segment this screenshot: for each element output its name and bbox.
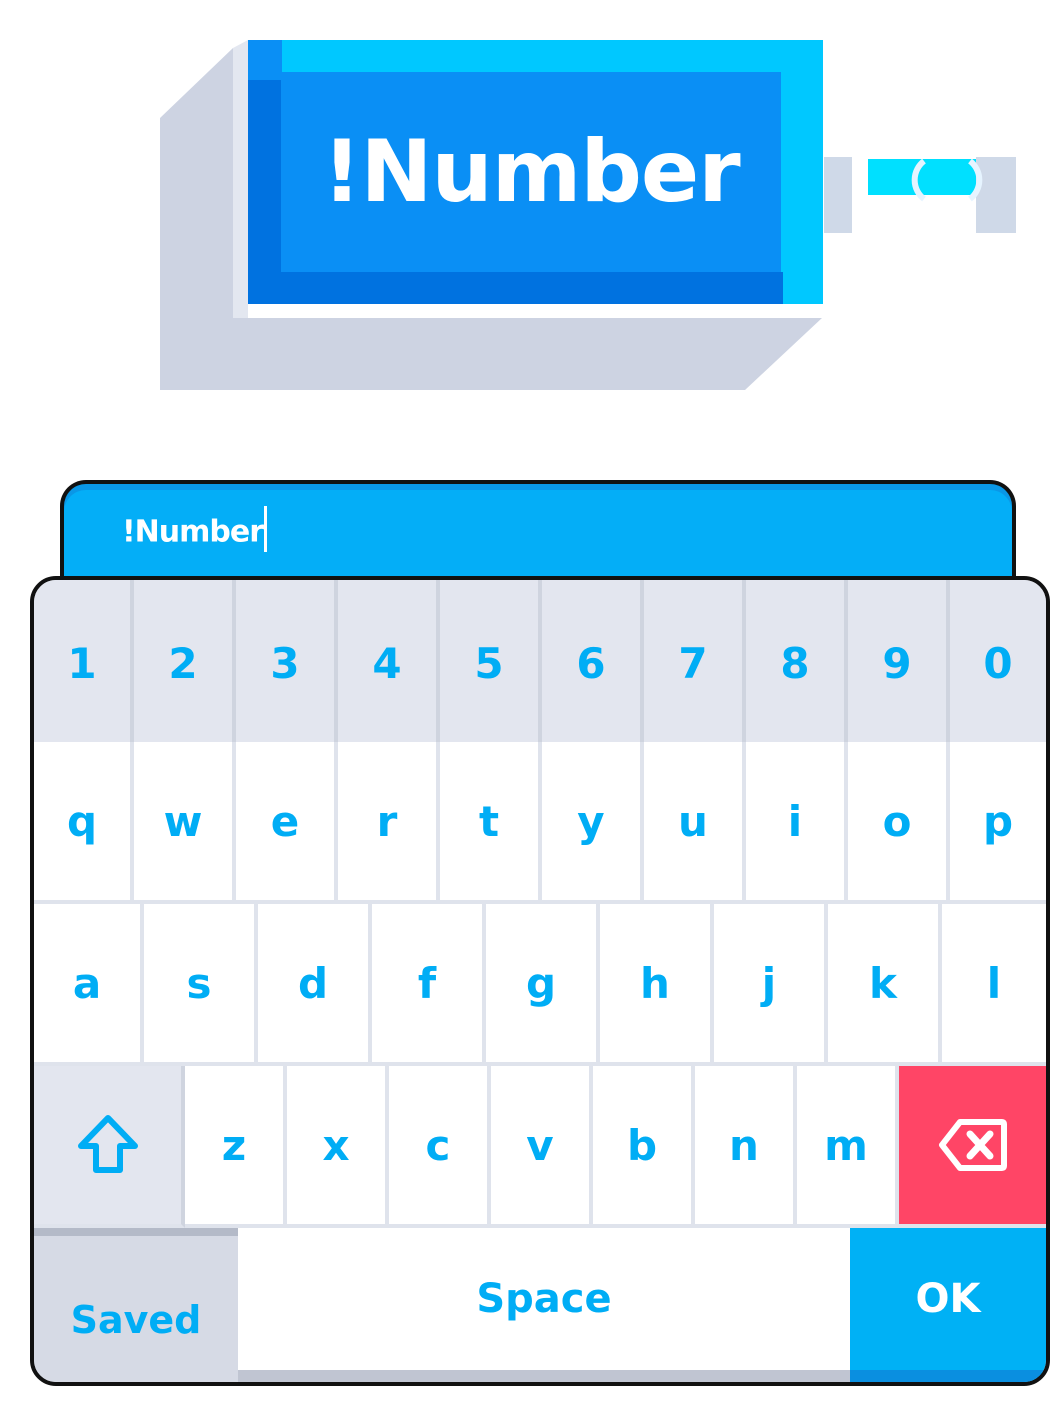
key-r[interactable]: r [338,742,440,904]
key-6[interactable]: 6 [542,580,644,742]
on-screen-keyboard: 1234567890 qwertyuiop asdfghjkl zxcvbnm … [30,576,1050,1386]
key-p[interactable]: p [950,742,1046,904]
space-key[interactable]: Space [238,1228,850,1382]
key-s[interactable]: s [144,904,258,1066]
key-e[interactable]: e [236,742,338,904]
key-t[interactable]: t [440,742,542,904]
shift-key[interactable] [34,1066,185,1228]
key-1[interactable]: 1 [34,580,134,742]
key-7[interactable]: 7 [644,580,746,742]
key-5[interactable]: 5 [440,580,542,742]
key-q[interactable]: q [34,742,134,904]
key-o[interactable]: o [848,742,950,904]
zxcv-letter-keys: zxcvbnm [185,1066,899,1228]
key-u[interactable]: u [644,742,746,904]
name-preview: !Number [0,0,1061,420]
zxcv-row: zxcvbnm [34,1066,1046,1228]
key-y[interactable]: y [542,742,644,904]
key-x[interactable]: x [287,1066,389,1228]
key-h[interactable]: h [600,904,714,1066]
key-m[interactable]: m [797,1066,899,1228]
shift-arrow-icon [77,1115,138,1173]
key-2[interactable]: 2 [134,580,236,742]
key-w[interactable]: w [134,742,236,904]
key-4[interactable]: 4 [338,580,440,742]
text-caret [264,506,268,552]
key-z[interactable]: z [185,1066,287,1228]
key-g[interactable]: g [486,904,600,1066]
key-9[interactable]: 9 [848,580,950,742]
qwerty-row: qwertyuiop [34,742,1046,904]
key-3[interactable]: 3 [236,580,338,742]
key-i[interactable]: i [746,742,848,904]
key-8[interactable]: 8 [746,580,848,742]
key-j[interactable]: j [714,904,828,1066]
key-k[interactable]: k [828,904,942,1066]
saved-button[interactable]: Saved [34,1228,238,1382]
key-c[interactable]: c [389,1066,491,1228]
key-n[interactable]: n [695,1066,797,1228]
key-l[interactable]: l [942,904,1046,1066]
key-v[interactable]: v [491,1066,593,1228]
input-value[interactable]: !Number [122,506,268,552]
ok-button[interactable]: OK [850,1228,1046,1382]
name-input-field[interactable]: !Number [60,480,1016,590]
key-b[interactable]: b [593,1066,695,1228]
key-0[interactable]: 0 [950,580,1046,742]
key-a[interactable]: a [34,904,144,1066]
asdf-row: asdfghjkl [34,904,1046,1066]
key-d[interactable]: d [258,904,372,1066]
backspace-icon [938,1119,1007,1171]
preview-panel: !Number [281,72,781,272]
number-row: 1234567890 [34,580,1046,742]
typing-cursor-icon [824,157,1016,233]
backspace-key[interactable] [899,1066,1046,1228]
bottom-row: Saved Space OK [34,1228,1046,1382]
preview-title: !Number [322,122,740,222]
key-f[interactable]: f [372,904,486,1066]
